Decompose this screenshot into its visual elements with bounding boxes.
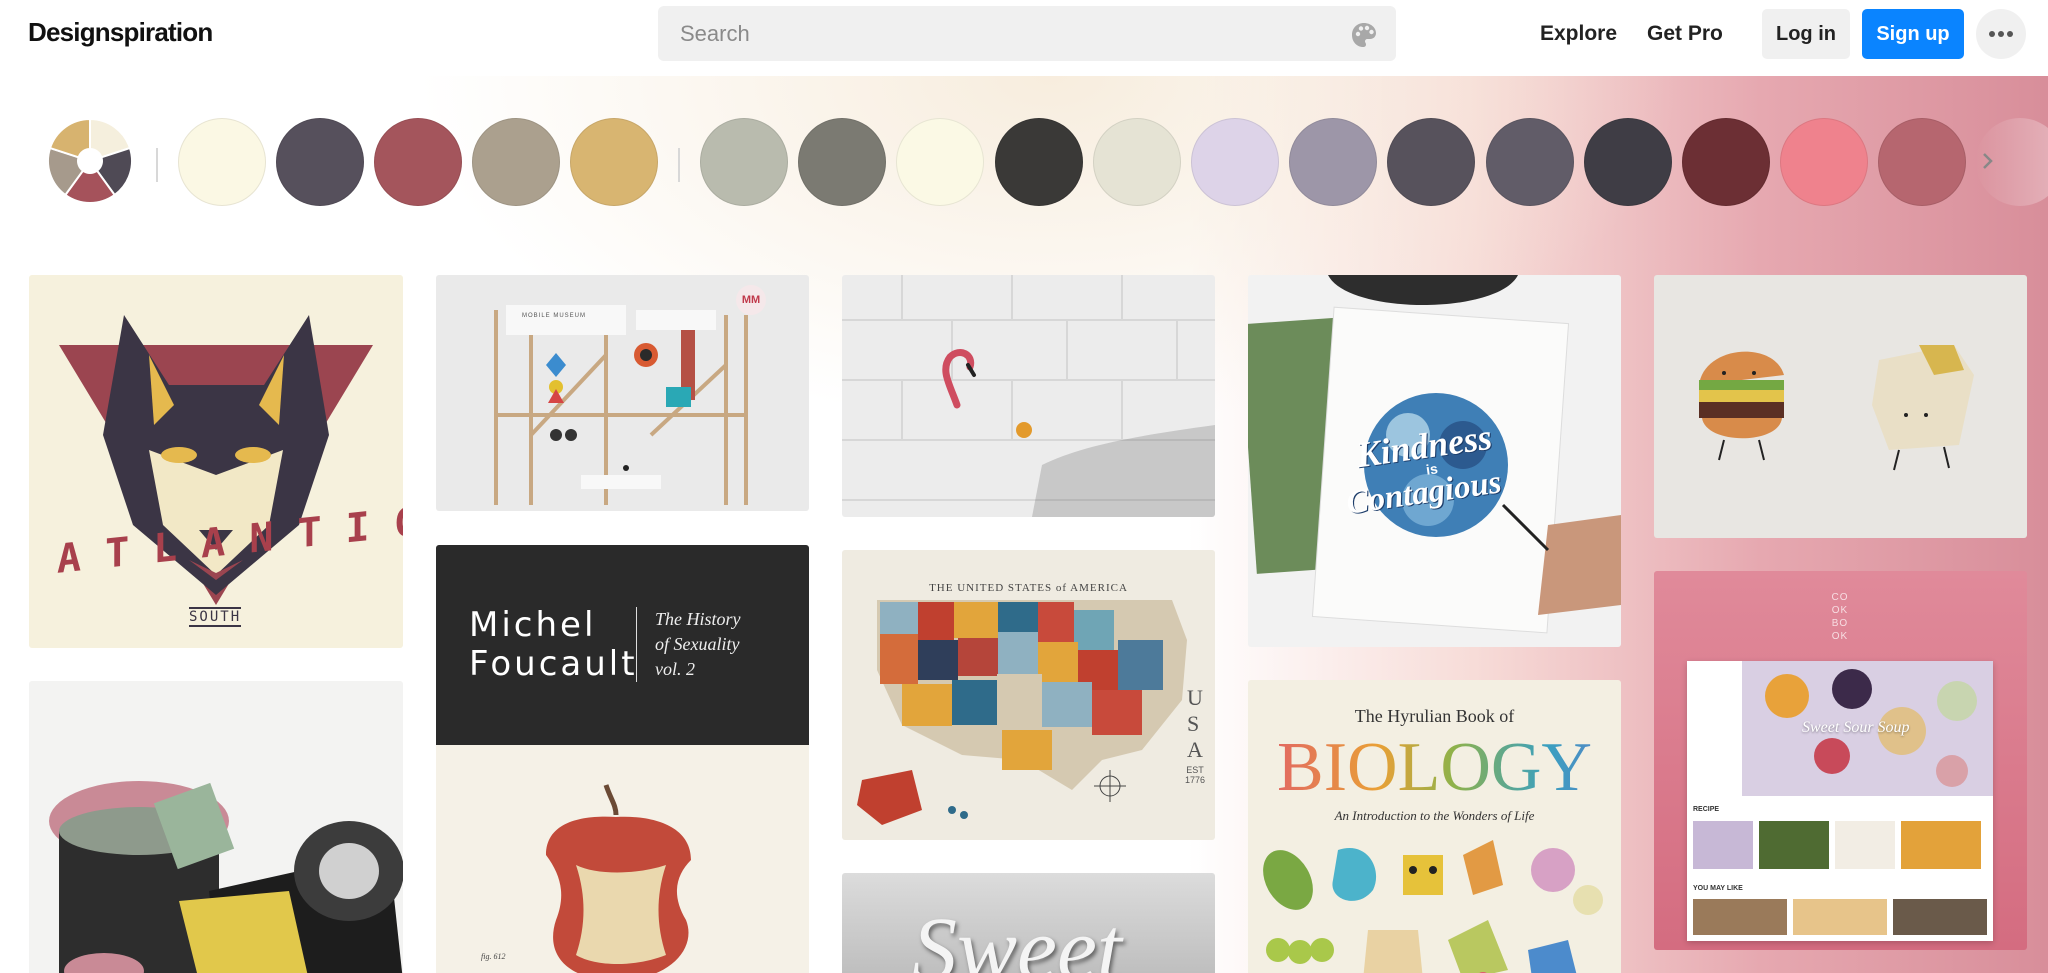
cookbook-you-may-like: YOU MAY LIKE [1693, 885, 1743, 892]
color-swatch[interactable] [276, 118, 364, 206]
color-swatch[interactable] [896, 118, 985, 206]
search-bar [658, 6, 1396, 61]
museum-sign: MOBILE MUSEUM [522, 313, 587, 319]
cover-fig: fig. 612 [481, 952, 506, 961]
biology-illustrations [1263, 840, 1603, 973]
color-swatch[interactable] [178, 118, 266, 206]
color-swatch[interactable] [1485, 118, 1574, 206]
pin-foucault-cover[interactable]: Michel Foucault The History of Sexuality… [436, 545, 809, 973]
cover-title-line3: vol. 2 [655, 659, 695, 679]
suggestion-thumb [1793, 899, 1887, 935]
pin-atlantic-wolf[interactable]: ATLANTIC SOUTH [29, 275, 403, 648]
museum-badge: MM [736, 285, 766, 315]
biology-big: BIOLOGY [1248, 728, 1621, 808]
color-swatch[interactable] [1682, 118, 1770, 206]
color-wheel-icon[interactable] [46, 117, 134, 205]
color-swatch[interactable] [570, 118, 658, 206]
cover-divider [636, 607, 637, 682]
pin-hyrulian-biology[interactable]: The Hyrulian Book of BIOLOGY An Introduc… [1248, 680, 1621, 973]
cookbook-hero-image: Sweet Sour Soup [1742, 661, 1993, 796]
pin-flamingo-tiles[interactable] [842, 275, 1215, 517]
cookbook-hero-title: Sweet Sour Soup [1802, 719, 1910, 736]
color-swatch[interactable] [994, 118, 1083, 206]
top-navbar: Designspiration Explore Get Pro Log in S… [0, 0, 2048, 76]
pin-usa-map[interactable]: THE UNITED STATES of AMERICA USA EST 177… [842, 550, 1215, 840]
color-swatch[interactable] [1878, 118, 1967, 206]
signup-button[interactable]: Sign up [1862, 9, 1964, 59]
color-filter-strip [0, 110, 2048, 215]
map-est: EST 1776 [1184, 765, 1206, 785]
cover-author-line2: Foucault [469, 644, 638, 684]
color-swatch[interactable] [1583, 118, 1672, 206]
cover-title-line2: of Sexuality [655, 634, 740, 654]
recipe-thumb [1835, 821, 1895, 869]
color-swatch[interactable] [700, 118, 788, 206]
sweet-script: Sweet [912, 900, 1122, 973]
atlantic-subtitle: SOUTH [189, 607, 242, 627]
divider [156, 148, 158, 182]
color-swatch[interactable] [1780, 118, 1869, 206]
site-logo[interactable]: Designspiration [28, 17, 213, 48]
chevron-right-icon[interactable] [1976, 150, 1998, 172]
cookbook-brand: COOKBOOK [1831, 592, 1849, 642]
color-swatch[interactable] [1387, 118, 1476, 206]
pin-sweet-chrome[interactable]: Sweet [842, 873, 1215, 973]
pin-kindness-lettering[interactable]: Kindness is Contagious [1248, 275, 1621, 647]
color-swatch[interactable] [1092, 118, 1181, 206]
cover-author-line1: Michel [469, 605, 597, 645]
color-swatch[interactable] [798, 118, 887, 206]
search-input[interactable] [680, 6, 1320, 61]
color-swatch[interactable] [472, 118, 560, 206]
login-button[interactable]: Log in [1762, 9, 1850, 59]
cookbook-recipe-label: RECIPE [1693, 806, 1720, 813]
color-swatch[interactable] [374, 118, 462, 206]
divider [678, 148, 680, 182]
map-side-label: USA [1187, 685, 1203, 762]
palette-icon[interactable] [1350, 21, 1378, 49]
more-dots-icon[interactable] [1976, 9, 2026, 59]
apple-core-illustration [546, 784, 691, 973]
pin-brain-cans[interactable] [29, 681, 403, 973]
nav-get-pro-link[interactable]: Get Pro [1647, 22, 1723, 46]
suggestion-thumb [1893, 899, 1987, 935]
color-swatch[interactable] [1191, 118, 1279, 206]
biology-top: The Hyrulian Book of [1354, 706, 1515, 726]
recipe-thumb [1901, 821, 1981, 869]
cover-title-line1: The History [655, 609, 741, 629]
suggestion-thumb [1693, 899, 1787, 935]
color-swatch[interactable] [1289, 118, 1378, 206]
recipe-thumb [1693, 821, 1753, 869]
pin-mobile-museum[interactable]: MOBILE MUSEUM MM [436, 275, 809, 511]
pin-cookbook-ui[interactable]: COOKBOOK Sweet Sour Soup RECIPE YOU MAY … [1654, 571, 2027, 950]
biology-sub: An Introduction to the Wonders of Life [1334, 808, 1535, 823]
nav-explore-link[interactable]: Explore [1540, 22, 1617, 46]
recipe-thumb [1759, 821, 1829, 869]
cookbook-screen: Sweet Sour Soup RECIPE YOU MAY LIKE [1687, 661, 1993, 941]
pin-burger-burrito[interactable] [1654, 275, 2027, 538]
